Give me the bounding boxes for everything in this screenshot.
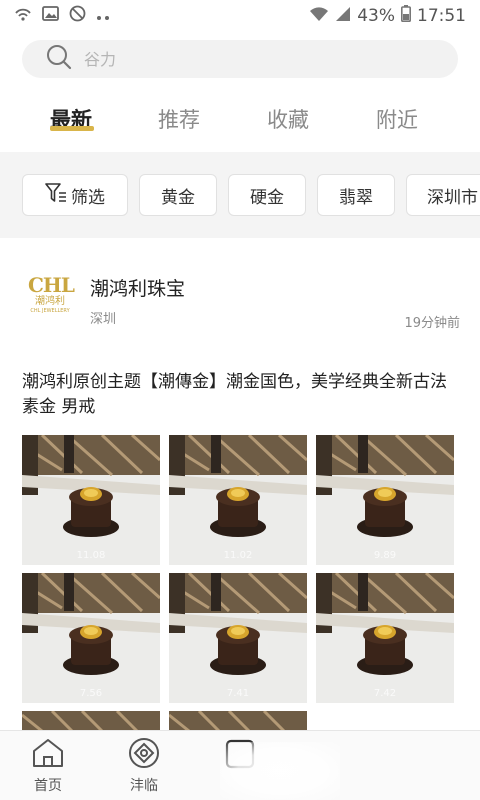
ring-photo-image xyxy=(22,573,160,703)
ring-photo-image xyxy=(22,435,160,565)
battery-percent: 43% xyxy=(357,6,395,26)
nav-discover-label: 沣临 xyxy=(130,778,158,794)
search-icon xyxy=(46,44,72,74)
tab-favorites[interactable]: 收藏 xyxy=(267,104,309,134)
chip-gold[interactable]: 黄金 xyxy=(139,174,217,216)
filter-bar: 筛选 黄金 硬金 翡翠 深圳市 xyxy=(0,152,480,238)
photo-weight: 11.02 xyxy=(223,550,253,561)
image-icon xyxy=(42,6,59,26)
shop-header[interactable]: CHL 潮鸿利 CHL JEWELLERY 潮鸿利珠宝 深圳 19分钟前 xyxy=(22,266,462,336)
photo-weight: 9.89 xyxy=(373,550,397,561)
post-time: 19分钟前 xyxy=(404,316,460,331)
wifi-icon xyxy=(309,6,329,27)
product-photo[interactable] xyxy=(22,711,160,731)
discover-icon xyxy=(127,738,161,773)
ring-photo-image xyxy=(316,573,454,703)
filter-button[interactable]: 筛选 xyxy=(22,174,128,216)
photo-weight: 7.56 xyxy=(79,688,103,699)
photo-weight: 7.42 xyxy=(373,688,397,699)
home-icon xyxy=(31,739,65,773)
tab-recommend[interactable]: 推荐 xyxy=(158,104,200,134)
filter-icon xyxy=(45,182,67,208)
product-photo[interactable]: 9.89 xyxy=(316,435,454,565)
product-photo[interactable]: 11.08 xyxy=(22,435,160,565)
product-photo[interactable]: 7.42 xyxy=(316,573,454,703)
search-bar[interactable] xyxy=(22,40,458,78)
ring-photo-image xyxy=(169,435,307,565)
chip-jade[interactable]: 翡翠 xyxy=(317,174,395,216)
ring-photo-image xyxy=(316,435,454,565)
status-bar: 43% 17:51 xyxy=(0,0,480,32)
shop-logo-sub: 潮鸿利 xyxy=(35,296,65,307)
chip-hard-gold[interactable]: 硬金 xyxy=(228,174,306,216)
nav-discover[interactable]: 沣临 xyxy=(114,737,174,795)
chip-shenzhen[interactable]: 深圳市 xyxy=(406,174,480,216)
shop-name[interactable]: 潮鸿利珠宝 xyxy=(90,274,185,301)
ring-photo-image xyxy=(169,711,307,731)
hotspot-icon xyxy=(14,6,32,26)
no-sync-icon xyxy=(69,5,86,27)
nav-home-label: 首页 xyxy=(34,778,62,794)
ring-photo-image xyxy=(22,711,160,731)
tab-bar: 最新 推荐 收藏 附近 xyxy=(0,98,480,144)
battery-icon xyxy=(401,5,411,27)
tab-nearby[interactable]: 附近 xyxy=(376,104,418,134)
more-dots-icon xyxy=(96,6,110,26)
tab-active-indicator xyxy=(50,126,94,131)
shop-city: 深圳 xyxy=(90,312,117,327)
product-photo[interactable]: 7.41 xyxy=(169,573,307,703)
photo-grid: 11.08 11.02 9.89 7.56 7.41 7.42 xyxy=(22,435,462,731)
signal-icon xyxy=(335,6,351,27)
nav-fade-overlay xyxy=(220,742,340,800)
search-input[interactable] xyxy=(84,49,384,69)
post-title[interactable]: 潮鸿利原创主题【潮傳金】潮金国色，美学经典全新古法素金 男戒 xyxy=(22,370,462,420)
photo-weight: 11.08 xyxy=(76,550,106,561)
shop-logo-text: CHL xyxy=(28,273,75,297)
nav-home[interactable]: 首页 xyxy=(18,737,78,795)
shop-logo[interactable]: CHL 潮鸿利 CHL JEWELLERY xyxy=(28,273,75,322)
product-photo[interactable] xyxy=(169,711,307,731)
shop-logo-tiny: CHL JEWELLERY xyxy=(30,308,70,314)
filter-label: 筛选 xyxy=(71,187,105,208)
clock: 17:51 xyxy=(417,6,466,26)
ring-photo-image xyxy=(169,573,307,703)
product-photo[interactable]: 7.56 xyxy=(22,573,160,703)
product-photo[interactable]: 11.02 xyxy=(169,435,307,565)
photo-weight: 7.41 xyxy=(226,688,250,699)
